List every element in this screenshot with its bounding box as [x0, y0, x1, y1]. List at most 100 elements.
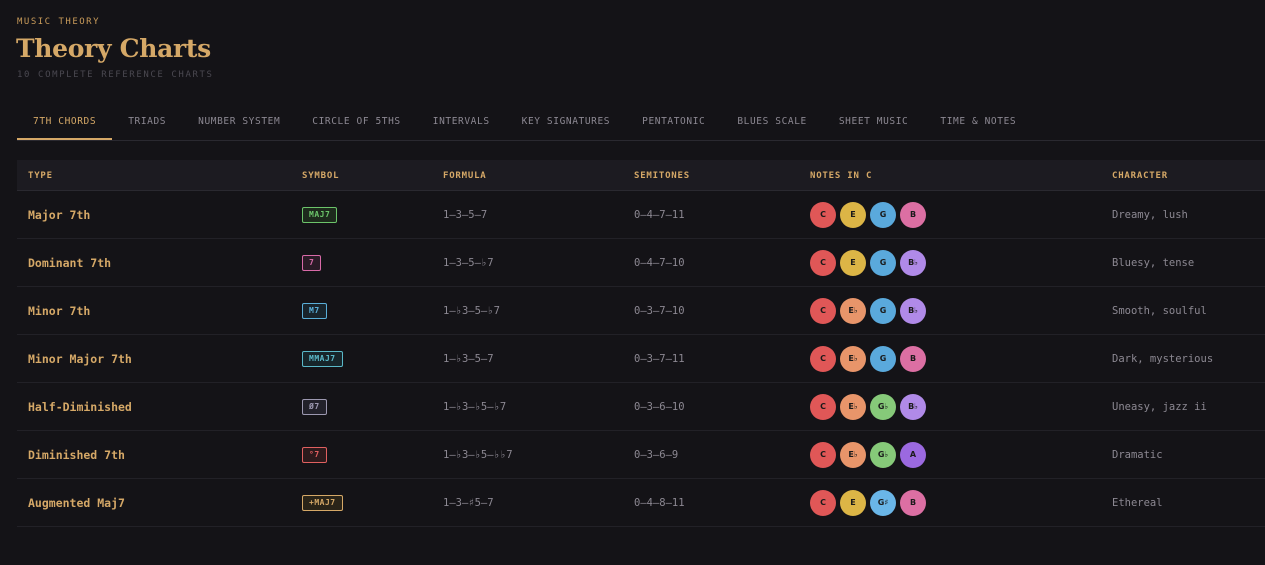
- column-header-character: CHARACTER: [1112, 171, 1168, 181]
- chord-notes: C E♭ G B: [810, 335, 926, 382]
- chord-character: Bluesy, tense: [1112, 256, 1195, 269]
- chord-symbol-cell: +MAJ7: [302, 479, 343, 526]
- chord-character: Uneasy, jazz ii: [1112, 400, 1207, 413]
- tab-blues-scale[interactable]: BLUES SCALE: [721, 104, 823, 140]
- note-circle: B: [900, 345, 926, 372]
- chord-formula: 1–3–5–7: [443, 208, 488, 221]
- tab-7th-chords[interactable]: 7TH CHORDS: [17, 104, 113, 140]
- note-circle: C: [810, 393, 836, 420]
- chord-symbol-cell: MMAJ7: [302, 335, 343, 382]
- note-circle: B: [900, 201, 926, 228]
- note-circle: B♭: [900, 297, 926, 324]
- note-circle: G♭: [870, 393, 896, 420]
- table-row[interactable]: Diminished 7th °7 1–♭3–♭5–♭♭7 0–3–6–9 C E♭ G♭ A…: [17, 431, 1265, 479]
- note-circle: B♭: [900, 393, 926, 420]
- chord-notes: C E♭ G♭ B♭: [810, 383, 926, 430]
- table-row[interactable]: Minor Major 7th MMAJ7 1–♭3–5–7 0–3–7–11 C E♭ G…: [17, 335, 1265, 383]
- note-circle: G: [870, 345, 896, 372]
- note-circle: E: [840, 201, 866, 228]
- column-header-semitones: SEMITONES: [634, 171, 690, 181]
- chord-symbol-cell: 7: [302, 239, 322, 286]
- note-circle: C: [810, 201, 836, 228]
- chord-semitones: 0–4–7–11: [634, 208, 685, 221]
- chord-symbol-cell: M7: [302, 287, 327, 334]
- chord-semitones: 0–3–7–10: [634, 304, 685, 317]
- chord-symbol-cell: Ø7: [302, 383, 327, 430]
- tab-pentatonic[interactable]: PENTATONIC: [626, 104, 721, 140]
- chord-symbol-badge: M7: [302, 302, 327, 319]
- note-circle: C: [810, 297, 836, 324]
- note-circle: G: [870, 249, 896, 276]
- note-circle: G♭: [870, 441, 896, 468]
- note-circle: B: [900, 489, 926, 516]
- chord-symbol-cell: °7: [302, 431, 327, 478]
- chord-symbol-badge: 7: [302, 254, 322, 271]
- chord-notes: C E G♯ B: [810, 479, 926, 526]
- chord-semitones: 0–3–6–10: [634, 400, 685, 413]
- column-header-notes: NOTES IN C: [810, 171, 873, 181]
- tab-circle-of-5ths[interactable]: CIRCLE OF 5THS: [296, 104, 416, 140]
- table-row[interactable]: Major 7th MAJ7 1–3–5–7 0–4–7–11 C E G B Dreamy, …: [17, 191, 1265, 239]
- note-circle: G: [870, 297, 896, 324]
- table-row[interactable]: Half-Diminished Ø7 1–♭3–♭5–♭7 0–3–6–10 C E♭ G♭…: [17, 383, 1265, 431]
- tab-intervals[interactable]: INTERVALS: [417, 104, 506, 140]
- tab-time-notes[interactable]: TIME & NOTES: [924, 104, 1032, 140]
- chord-notes: C E♭ G♭ A: [810, 431, 926, 478]
- chord-character: Ethereal: [1112, 496, 1163, 509]
- chord-formula: 1–3–5–♭7: [443, 256, 494, 269]
- chord-symbol-badge: MAJ7: [302, 206, 338, 223]
- tab-sheet-music[interactable]: SHEET MUSIC: [823, 104, 925, 140]
- chord-character: Dramatic: [1112, 448, 1163, 461]
- chord-semitones: 0–3–7–11: [634, 352, 685, 365]
- eyebrow-label: MUSIC THEORY: [17, 17, 101, 27]
- note-circle: G♯: [870, 489, 896, 516]
- chord-character: Dreamy, lush: [1112, 208, 1188, 221]
- note-circle: E♭: [840, 441, 866, 468]
- tab-number-system[interactable]: NUMBER SYSTEM: [182, 104, 296, 140]
- note-circle: C: [810, 489, 836, 516]
- chord-notes: CEGB: [810, 191, 926, 238]
- chord-symbol-badge: +MAJ7: [302, 494, 343, 511]
- chord-notes: C E G B♭: [810, 239, 926, 286]
- chord-semitones: 0–4–8–11: [634, 496, 685, 509]
- chord-formula: 1–♭3–♭5–♭♭7: [443, 448, 513, 461]
- chord-semitones: 0–4–7–10: [634, 256, 685, 269]
- chord-type: Augmented Maj7: [28, 495, 125, 510]
- table-row[interactable]: Augmented Maj7 +MAJ7 1–3–♯5–7 0–4–8–11 C E G♯ B…: [17, 479, 1265, 527]
- note-circle: C: [810, 441, 836, 468]
- tab-bar: 7TH CHORDS TRIADS NUMBER SYSTEM CIRCLE OF 5…: [17, 104, 1265, 141]
- chord-type: Minor Major 7th: [28, 351, 132, 366]
- note-circle: E♭: [840, 345, 866, 372]
- note-circle: C: [810, 249, 836, 276]
- chord-symbol-badge: Ø7: [302, 398, 327, 415]
- tab-key-signatures[interactable]: KEY SIGNATURES: [506, 104, 626, 140]
- note-circle: A: [900, 441, 926, 468]
- column-header-symbol: SYMBOL: [302, 171, 340, 181]
- table-row[interactable]: Minor 7th M7 1–♭3–5–♭7 0–3–7–10 C E♭ G B♭ Smooth…: [17, 287, 1265, 335]
- chord-notes: C E♭ G B♭: [810, 287, 926, 334]
- table-header: TYPE SYMBOL FORMULA SEMITONES NOTES IN C…: [17, 160, 1265, 191]
- chord-type: Diminished 7th: [28, 447, 125, 462]
- table-row[interactable]: Dominant 7th 7 1–3–5–♭7 0–4–7–10 C E G B♭ Bluesy…: [17, 239, 1265, 287]
- page-subtitle: 10 COMPLETE REFERENCE CHARTS: [17, 70, 214, 80]
- note-circle: E♭: [840, 393, 866, 420]
- chord-symbol-badge: MMAJ7: [302, 350, 343, 367]
- note-circle: E: [840, 249, 866, 276]
- column-header-formula: FORMULA: [443, 171, 487, 181]
- chord-character: Smooth, soulful: [1112, 304, 1207, 317]
- chord-symbol-cell: MAJ7: [302, 191, 338, 238]
- chord-type: Minor 7th: [28, 303, 91, 318]
- chords-table: TYPE SYMBOL FORMULA SEMITONES NOTES IN C…: [17, 160, 1265, 527]
- chord-type: Major 7th: [28, 207, 91, 222]
- chord-formula: 1–♭3–5–♭7: [443, 304, 500, 317]
- chord-formula: 1–3–♯5–7: [443, 496, 494, 509]
- table-body: Major 7th MAJ7 1–3–5–7 0–4–7–11 C E G B Dreamy, …: [17, 191, 1265, 527]
- column-header-type: TYPE: [28, 171, 53, 181]
- chord-formula: 1–♭3–5–7: [443, 352, 494, 365]
- chord-type: Half-Diminished: [28, 399, 132, 414]
- tab-triads[interactable]: TRIADS: [112, 104, 182, 140]
- chord-semitones: 0–3–6–9: [634, 448, 679, 461]
- page-title: Theory Charts: [16, 34, 211, 63]
- chord-formula: 1–♭3–♭5–♭7: [443, 400, 507, 413]
- note-circle: C: [810, 345, 836, 372]
